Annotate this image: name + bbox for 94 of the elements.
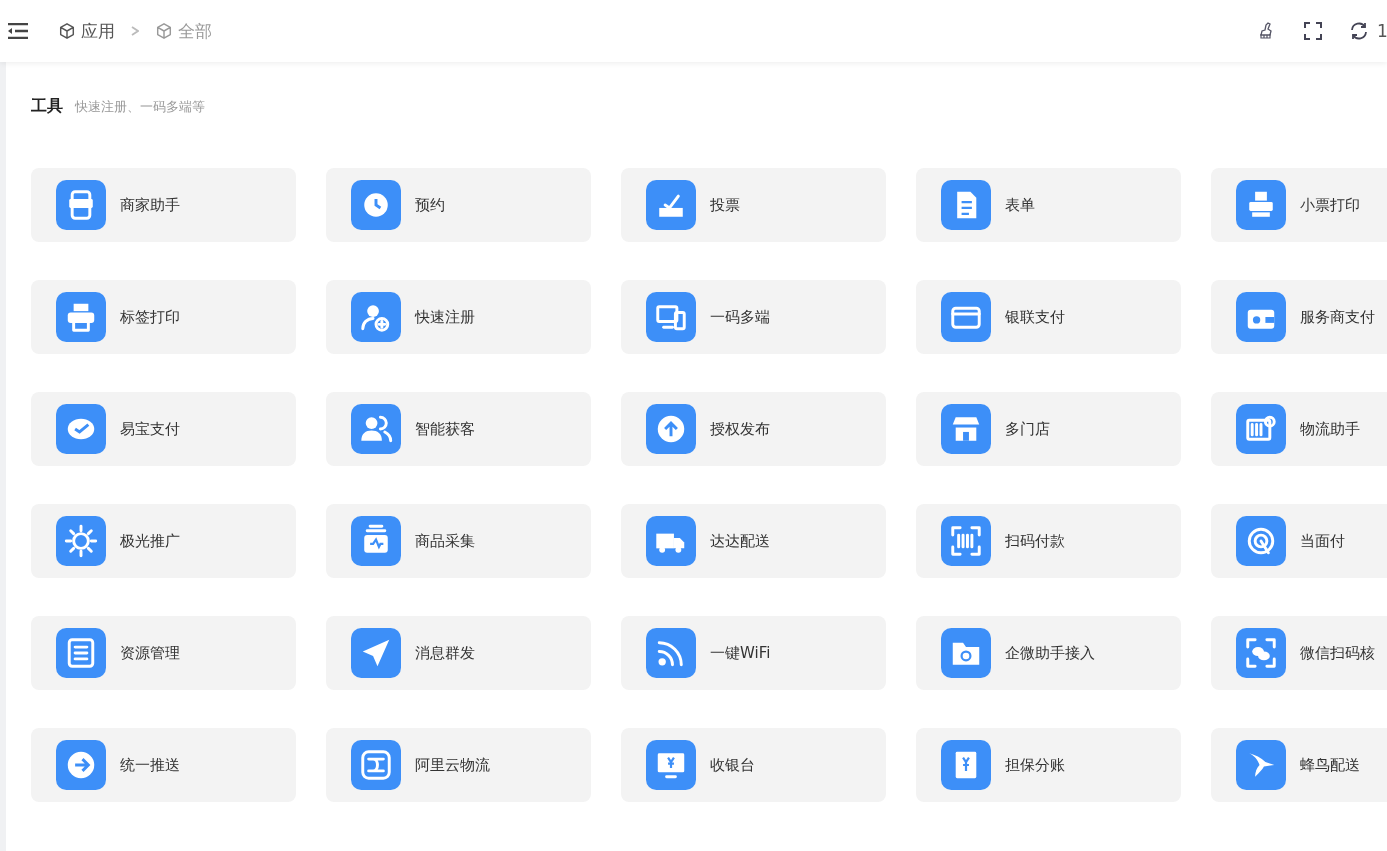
app-label: 扫码付款 [1005, 531, 1065, 551]
app-card[interactable]: 阿里云物流 [326, 728, 591, 802]
app-label: 易宝支付 [120, 419, 180, 439]
app-card[interactable]: 银联支付 [916, 280, 1181, 354]
app-card[interactable]: 当面付 [1211, 504, 1387, 578]
list-icon [56, 628, 106, 678]
app-label: 微信扫码核 [1300, 643, 1375, 663]
clock-icon [351, 180, 401, 230]
cube-icon [155, 22, 173, 40]
app-card[interactable]: 标签打印 [31, 280, 296, 354]
wallet-icon [1236, 292, 1286, 342]
app-card[interactable]: 商品采集 [326, 504, 591, 578]
printer-icon [56, 292, 106, 342]
app-label: 预约 [415, 195, 445, 215]
app-card[interactable]: 一键WiFi [621, 616, 886, 690]
app-card[interactable]: 一码多端 [621, 280, 886, 354]
app-card[interactable]: 统一推送 [31, 728, 296, 802]
app-label: 极光推广 [120, 531, 180, 551]
app-card[interactable]: 物流助手 [1211, 392, 1387, 466]
app-label: 小票打印 [1300, 195, 1360, 215]
app-card[interactable]: 商家助手 [31, 168, 296, 242]
app-card[interactable]: 快速注册 [326, 280, 591, 354]
send-icon [351, 628, 401, 678]
app-label: 资源管理 [120, 643, 180, 663]
app-label: 达达配送 [710, 531, 770, 551]
store-icon [941, 404, 991, 454]
devices-icon [646, 292, 696, 342]
users-icon [351, 404, 401, 454]
app-card[interactable]: 预约 [326, 168, 591, 242]
app-label: 一键WiFi [710, 643, 771, 663]
app-label: 授权发布 [710, 419, 770, 439]
app-label: 银联支付 [1005, 307, 1065, 327]
truck-icon [646, 516, 696, 566]
app-label: 蜂鸟配送 [1300, 755, 1360, 775]
app-card[interactable]: 表单 [916, 168, 1181, 242]
folder-icon [941, 628, 991, 678]
cashier-icon [646, 740, 696, 790]
app-label: 收银台 [710, 755, 755, 775]
app-label: 担保分账 [1005, 755, 1065, 775]
app-label: 商品采集 [415, 531, 475, 551]
app-label: 当面付 [1300, 531, 1345, 551]
user-add-icon [351, 292, 401, 342]
app-card[interactable]: 资源管理 [31, 616, 296, 690]
toolbar-text: 1 [1377, 21, 1387, 41]
app-card[interactable]: 授权发布 [621, 392, 886, 466]
app-label: 标签打印 [120, 307, 180, 327]
app-card[interactable]: 多门店 [916, 392, 1181, 466]
app-card[interactable]: 蜂鸟配送 [1211, 728, 1387, 802]
receipt-icon [941, 740, 991, 790]
app-card[interactable]: 担保分账 [916, 728, 1181, 802]
app-label: 商家助手 [120, 195, 180, 215]
section-title: 工具 [31, 96, 63, 117]
app-label: 快速注册 [415, 307, 475, 327]
app-card[interactable]: 易宝支付 [31, 392, 296, 466]
box-icon [351, 516, 401, 566]
upload-icon [646, 404, 696, 454]
app-card[interactable]: 微信扫码核 [1211, 616, 1387, 690]
app-label: 服务商支付 [1300, 307, 1375, 327]
app-label: 一码多端 [710, 307, 770, 327]
sun-icon [56, 516, 106, 566]
app-label: 企微助手接入 [1005, 643, 1095, 663]
app-card[interactable]: 达达配送 [621, 504, 886, 578]
app-card[interactable]: 消息群发 [326, 616, 591, 690]
app-card[interactable]: 扫码付款 [916, 504, 1181, 578]
app-card[interactable]: 收银台 [621, 728, 886, 802]
app-label: 阿里云物流 [415, 755, 490, 775]
app-card[interactable]: 小票打印 [1211, 168, 1387, 242]
printer-icon [1236, 180, 1286, 230]
app-label: 智能获客 [415, 419, 475, 439]
barcode-search-icon [1236, 404, 1286, 454]
app-label: 表单 [1005, 195, 1035, 215]
chat-check-icon [56, 404, 106, 454]
cube-icon [58, 22, 76, 40]
app-label: 投票 [710, 195, 740, 215]
menu-icon[interactable] [8, 23, 28, 39]
app-label: 物流助手 [1300, 419, 1360, 439]
ballot-box-icon [646, 180, 696, 230]
wifi-icon [646, 628, 696, 678]
app-label: 多门店 [1005, 419, 1050, 439]
app-label: 统一推送 [120, 755, 180, 775]
app-card[interactable]: 服务商支付 [1211, 280, 1387, 354]
refresh-icon[interactable] [1349, 21, 1369, 41]
scan-icon [941, 516, 991, 566]
app-label: 消息群发 [415, 643, 475, 663]
document-icon [941, 180, 991, 230]
breadcrumb-link[interactable]: 应用 [58, 19, 115, 43]
scan-chat-icon [1236, 628, 1286, 678]
fullscreen-icon[interactable] [1303, 21, 1323, 41]
card-icon [941, 292, 991, 342]
app-card[interactable]: 投票 [621, 168, 886, 242]
chevron-icon [131, 26, 139, 36]
app-card[interactable]: 极光推广 [31, 504, 296, 578]
app-card[interactable]: 智能获客 [326, 392, 591, 466]
app-card[interactable]: 企微助手接入 [916, 616, 1181, 690]
